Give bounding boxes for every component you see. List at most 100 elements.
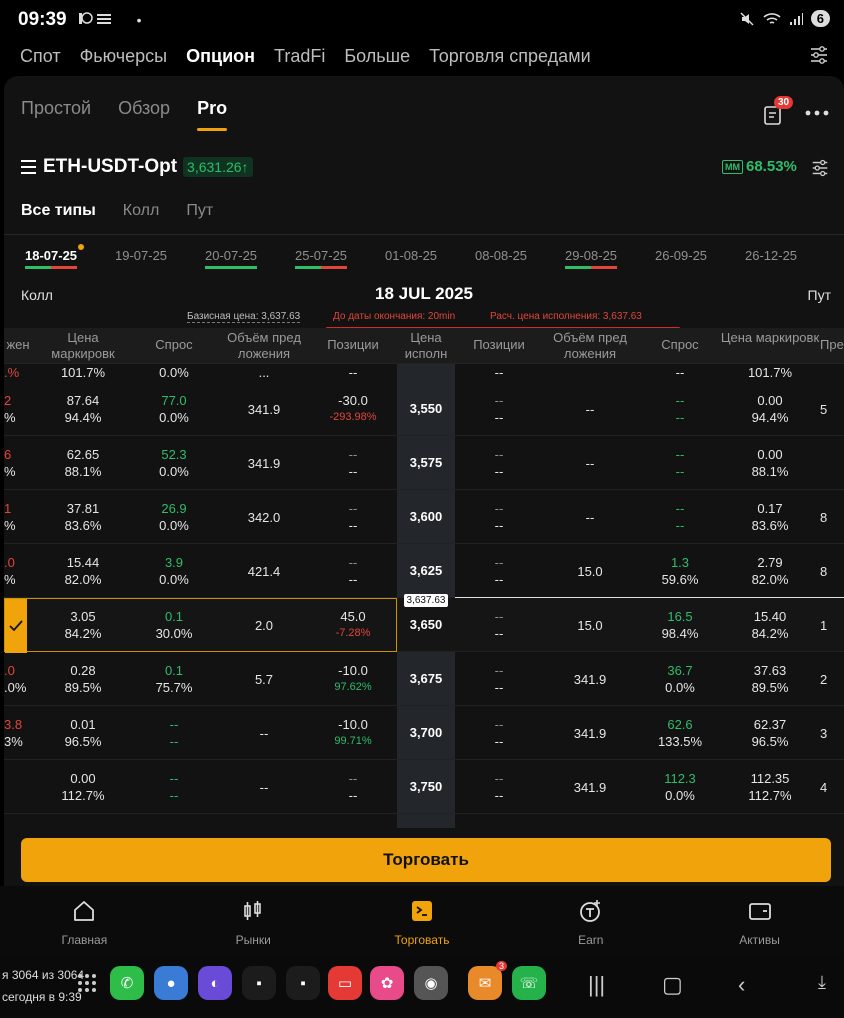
home-button-icon[interactable]: ▢ [662, 972, 683, 998]
date-tab[interactable]: 08-08-25 [475, 248, 527, 263]
app-grid-icon[interactable] [70, 966, 104, 1000]
table-cell: -30.0 -293.98% [320, 392, 386, 426]
cell-subvalue: -- [494, 518, 504, 533]
nav-options[interactable]: Опцион [186, 46, 255, 67]
top-nav: Спот Фьючерсы Опцион TradFi Больше Торго… [0, 40, 844, 72]
camera-app-icon[interactable]: ◉ [414, 966, 448, 1000]
nav-spread-trading[interactable]: Торговля спредами [429, 46, 591, 67]
table-row[interactable]: 3.05 84.2% 0.1 30.0% 2.0 45.0 -7.28% -- -- 15.0 16… [4, 594, 844, 653]
cell-value: 112.35 [750, 771, 790, 786]
mail-app-icon[interactable]: ✉ 3 [468, 961, 507, 1000]
cell-subvalue: -- [348, 572, 358, 587]
expiry-date: 18 JUL 2025 [375, 284, 473, 303]
cell-value: -- [494, 771, 504, 786]
table-cell: 36.7 0.0% [650, 662, 710, 696]
table-cell: -- [348, 365, 358, 380]
table-row-partial[interactable]: .% 101.7% 0.0%... -- -- -- 101.7% [4, 346, 844, 380]
bottom-nav: Главная Рынки Торговать Earn Активы [0, 886, 844, 956]
cell-value: 15.44 [66, 555, 100, 570]
cell-subvalue: -- [348, 464, 358, 479]
cell-subvalue: -- [494, 626, 504, 641]
table-cell: 2 [820, 672, 828, 687]
battery-indicator: 6 [810, 10, 830, 27]
nav-futures[interactable]: Фьючерсы [80, 46, 168, 67]
status-dot: • [136, 12, 142, 28]
table-cell: 1.3 59.6% [650, 554, 710, 588]
date-tab[interactable]: 20-07-25 [205, 248, 258, 269]
phone-app-icon[interactable]: ✆ [110, 966, 144, 1000]
tab-pro[interactable]: Pro [197, 98, 228, 131]
wallet-icon [748, 903, 771, 920]
nav-tradfi[interactable]: TradFi [274, 46, 325, 67]
strike-price: 3,625 [409, 563, 443, 578]
tab-simple[interactable]: Простой [21, 98, 91, 119]
cell-subvalue: -- [169, 734, 179, 749]
chain-settings-icon[interactable] [810, 158, 830, 178]
notes-app-icon[interactable]: ▭ [328, 966, 362, 1000]
table-cell: -- -- [464, 446, 534, 480]
gallery-app-icon[interactable]: ✿ [370, 966, 404, 1000]
browser-app-icon[interactable]: ◐ [198, 966, 232, 1000]
symbol-selector[interactable]: ETH-USDT-Opt 3,631.26↑ [21, 156, 253, 178]
table-cell: -- [675, 365, 685, 380]
table-cell: 2.79 82.0% [720, 554, 820, 588]
cell-subvalue: 83.6% [64, 518, 102, 533]
cell-subvalue: 3% [4, 734, 23, 749]
nav-assets[interactable]: Активы [675, 886, 844, 956]
table-cell: 62.65 88.1% [38, 446, 128, 480]
table-cell: 15.0 [577, 618, 603, 633]
cell-value: -30.0 [338, 393, 368, 408]
table-cell: -10.0 99.71% [320, 716, 386, 750]
filter-settings-icon[interactable] [808, 44, 830, 66]
cell-value: 0.00 [70, 771, 96, 786]
nav-earn[interactable]: Earn [506, 886, 675, 956]
cell-value: .0 [4, 555, 15, 570]
folder-app-icon[interactable]: ▪ [242, 966, 276, 1000]
date-tab[interactable]: 26-12-25 [745, 248, 797, 263]
date-tab[interactable]: 18-07-25 [25, 244, 85, 269]
tab-overview[interactable]: Обзор [118, 98, 170, 119]
recents-icon[interactable]: ||| [588, 972, 605, 998]
strike-price: 3,675 [409, 671, 443, 686]
check-icon[interactable] [5, 599, 27, 653]
date-tab[interactable]: 01-08-25 [385, 248, 437, 263]
table-cell: 0.00 88.1% [720, 446, 820, 480]
trade-button[interactable]: Торговать [21, 838, 831, 882]
messages-app-icon[interactable]: ● [154, 966, 188, 1000]
date-tab[interactable]: 25-07-25 [295, 248, 348, 269]
date-tab[interactable]: 19-07-25 [115, 248, 167, 263]
symbol-price: 3,631.26↑ [183, 157, 253, 177]
cell-subvalue: 0.0% [159, 518, 189, 533]
cell-subvalue: 96.5% [64, 734, 102, 749]
estimated-settlement: Расч. цена исполнения: 3,637.63 [490, 311, 642, 322]
mute-icon [740, 11, 754, 26]
nav-more[interactable]: Больше [344, 46, 410, 67]
table-row[interactable]: .0.0% 0.28 89.5% 0.1 75.7% 5.7 -10.0 97.62% -- --… [4, 652, 844, 706]
cell-value: -- [675, 501, 685, 516]
table-row[interactable]: 3.8 3% 0.01 96.5% -- -- -- -10.0 99.71% -- -- 341.9… [4, 706, 844, 760]
download-icon[interactable]: ⤓ [818, 972, 826, 993]
table-row[interactable]: 2% 87.64 94.4% 77.0 0.0% 341.9 -30.0 -293.98% --… [4, 382, 844, 436]
date-tab[interactable]: 26-09-25 [655, 248, 707, 263]
date-tab[interactable]: 29-08-25 [565, 248, 618, 269]
table-cell: 26.9 0.0% [144, 500, 204, 534]
nav-trade[interactable]: Торговать [338, 886, 507, 956]
table-row[interactable]: 6% 62.65 88.1% 52.3 0.0% 341.9 -- -- -- -- -- -- -- 0… [4, 436, 844, 490]
back-icon[interactable]: ‹ [738, 972, 745, 998]
cell-subvalue: -- [169, 788, 179, 803]
table-row[interactable]: 1% 37.81 83.6% 26.9 0.0% 342.0 -- -- -- -- -- -- -- 0… [4, 490, 844, 544]
table-cell: 62.37 96.5% [720, 716, 820, 750]
table-cell: 112.3 0.0% [650, 770, 710, 804]
table-row[interactable]: 0.00 112.7% -- -- -- -- -- -- -- 341.9 112.3 0.0% 11… [4, 760, 844, 814]
whatsapp-app-icon[interactable]: ☏ [512, 966, 546, 1000]
tab-put[interactable]: Пут [186, 202, 213, 220]
table-cell: 5.7 [254, 672, 274, 687]
nav-spot[interactable]: Спот [20, 46, 61, 67]
tab-call[interactable]: Колл [123, 202, 160, 220]
more-icon[interactable] [804, 108, 830, 118]
apps-folder-icon[interactable]: ▪ [286, 966, 320, 1000]
nav-markets[interactable]: Рынки [169, 886, 338, 956]
tab-all-types[interactable]: Все типы [21, 202, 96, 220]
nav-home[interactable]: Главная [0, 886, 169, 956]
iv-tag: MM [722, 159, 743, 174]
